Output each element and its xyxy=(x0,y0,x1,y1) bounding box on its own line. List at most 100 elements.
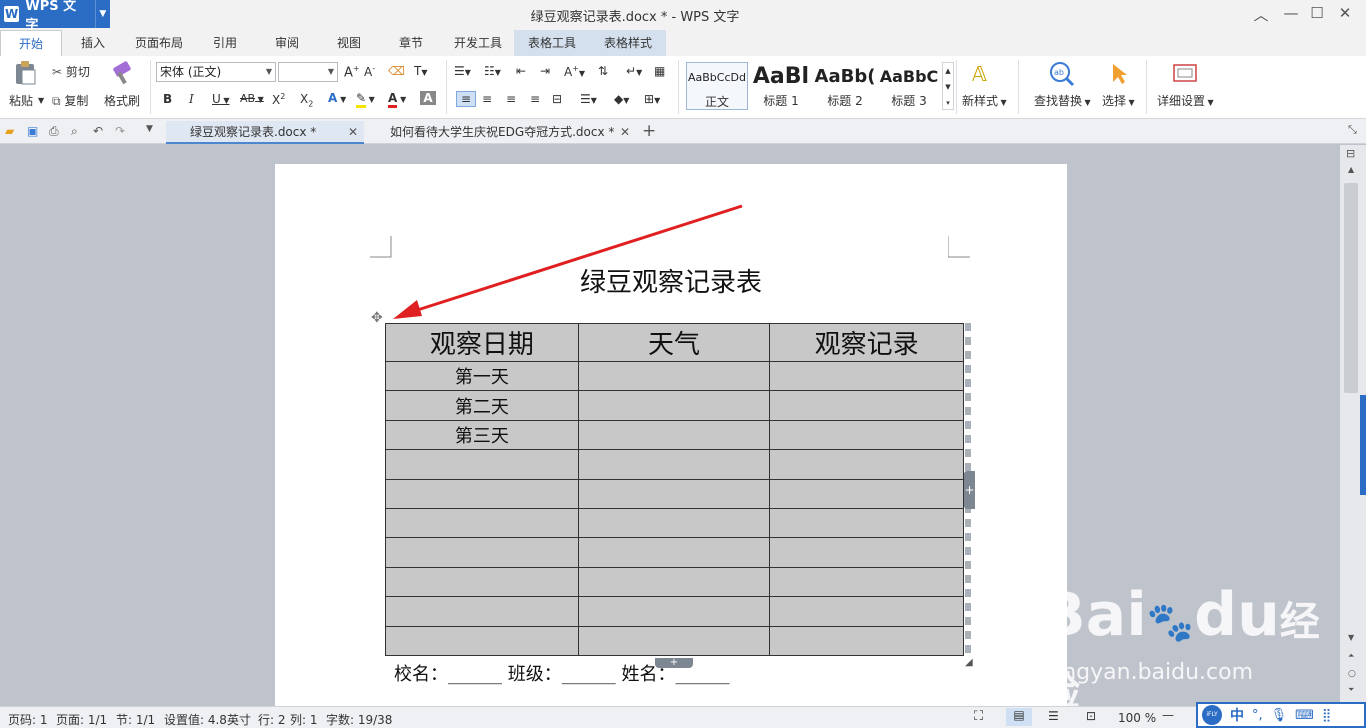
vertical-scrollbar[interactable]: ⊟ ▲ ▼ ⏶ ○ ⏷ xyxy=(1340,145,1366,706)
show-marks-icon[interactable]: ↵▼ xyxy=(626,64,642,78)
doc-tab[interactable]: 如何看待大学生庆祝EDG夺冠方式.docx * ✕ xyxy=(366,121,636,144)
highlight-icon[interactable]: ✎ ▼ xyxy=(356,91,375,108)
copy-button[interactable]: ⧉ 复制 xyxy=(52,92,88,109)
subscript-button[interactable]: X2 xyxy=(300,92,313,108)
table-cell[interactable] xyxy=(577,566,771,598)
ime-menu-icon[interactable]: ⣿ xyxy=(1322,708,1332,723)
table-cell[interactable] xyxy=(577,419,771,451)
tab-table-tools[interactable]: 表格工具 xyxy=(514,30,590,56)
tab-references[interactable]: 引用 xyxy=(194,30,256,56)
table-cell[interactable] xyxy=(769,390,964,421)
page-view-icon[interactable]: ▤ xyxy=(1006,708,1032,726)
table-cell[interactable] xyxy=(577,596,771,627)
redo-icon[interactable]: ↷ xyxy=(115,124,129,138)
scroll-up-icon[interactable]: ▲ xyxy=(1348,165,1354,174)
justify-button[interactable]: ≡ xyxy=(530,92,540,106)
style-heading-3[interactable]: AaBbC 标题 3 xyxy=(878,62,940,110)
table-cell[interactable] xyxy=(385,566,579,598)
print-preview-icon[interactable]: ⌕ xyxy=(71,124,85,138)
superscript-button[interactable]: X2 xyxy=(272,92,285,107)
paste-dropdown-icon[interactable]: ▼ xyxy=(38,96,44,105)
table-cell[interactable] xyxy=(769,537,964,568)
fullscreen-icon[interactable]: ⛶ xyxy=(974,709,983,724)
scroll-down-icon[interactable]: ▼ xyxy=(1348,633,1354,642)
outline-view-icon[interactable]: ☰ xyxy=(1048,709,1059,723)
undo-icon[interactable]: ↶ xyxy=(93,124,107,138)
strikethrough-button[interactable]: AB ▼ xyxy=(240,92,264,105)
table-cell[interactable] xyxy=(385,596,579,627)
table-cell[interactable] xyxy=(577,625,771,656)
table-cell[interactable] xyxy=(577,507,771,539)
ime-logo-icon[interactable]: iFLY xyxy=(1202,705,1222,725)
tab-options-icon[interactable]: ⤡ xyxy=(1348,123,1357,137)
line-spacing-icon[interactable]: ☰▼ xyxy=(580,92,597,106)
close-button[interactable]: ✕ xyxy=(1334,4,1356,22)
observation-table[interactable]: 观察日期 天气 观察记录 第一天 第二天 第三天 xyxy=(385,323,964,656)
case-icon[interactable]: A+▼ xyxy=(564,64,585,79)
table-header-cell[interactable]: 观察日期 xyxy=(385,323,579,362)
footer-info-line[interactable]: 校名：______ 班级：______ 姓名：______ xyxy=(394,660,729,686)
table-header-cell[interactable]: 天气 xyxy=(577,323,771,362)
select-button[interactable]: 选择 ▼ xyxy=(1102,92,1135,109)
style-heading-1[interactable]: AaBl 标题 1 xyxy=(750,62,812,110)
italic-button[interactable]: I xyxy=(189,92,194,106)
tab-table-style[interactable]: 表格样式 xyxy=(590,30,666,56)
paste-button[interactable] xyxy=(12,60,38,89)
collapse-ribbon-icon[interactable]: ︿ xyxy=(1250,4,1272,25)
open-folder-icon[interactable]: ▰ xyxy=(5,124,19,138)
tab-review[interactable]: 审阅 xyxy=(256,30,318,56)
table-cell[interactable] xyxy=(769,449,964,480)
zoom-out-icon[interactable]: — xyxy=(1162,708,1174,722)
borders-icon[interactable]: ⊞▼ xyxy=(644,92,660,106)
table-cell[interactable] xyxy=(577,449,771,480)
shrink-font-icon[interactable]: A- xyxy=(364,64,375,79)
align-center-button[interactable]: ≡ xyxy=(482,92,492,106)
underline-button[interactable]: U ▼ xyxy=(212,92,230,106)
table-cell[interactable] xyxy=(577,537,771,568)
document-page[interactable]: 绿豆观察记录表 ✥ 观察日期 天气 观察记录 第一天 第二天 第三天 + + ◢… xyxy=(275,164,1067,724)
find-replace-button[interactable]: 查找替换 ▼ xyxy=(1034,92,1091,109)
keyboard-icon[interactable]: ⌨ xyxy=(1295,708,1314,723)
save-icon[interactable]: ▣ xyxy=(27,124,41,138)
close-tab-icon[interactable]: ✕ xyxy=(620,121,630,143)
align-left-button[interactable]: ≡ xyxy=(456,91,476,107)
cut-button[interactable]: ✂ 剪切 xyxy=(52,63,90,80)
status-word-count[interactable]: 字数: 19/38 xyxy=(326,711,392,728)
tab-page-layout[interactable]: 页面布局 xyxy=(124,30,194,56)
next-page-icon[interactable]: ⏷ xyxy=(1348,685,1354,695)
tab-home[interactable]: 开始 xyxy=(0,30,62,56)
scroll-thumb[interactable] xyxy=(1344,183,1358,393)
table-cell[interactable] xyxy=(769,360,964,392)
styles-scroll[interactable]: ▲ ▼ ▾ xyxy=(942,62,954,110)
table-cell[interactable] xyxy=(769,478,964,509)
doc-tab-active[interactable]: 绿豆观察记录表.docx * ✕ xyxy=(166,121,364,144)
table-cell[interactable] xyxy=(385,478,579,509)
font-name-select[interactable]: 宋体 (正文) ▼ xyxy=(156,62,276,82)
close-tab-icon[interactable]: ✕ xyxy=(348,121,358,143)
ime-punctuation-icon[interactable]: °, xyxy=(1252,708,1263,723)
table-cell[interactable]: 第二天 xyxy=(385,390,579,421)
detail-settings-button[interactable]: 详细设置 ▼ xyxy=(1157,92,1214,109)
sort-icon[interactable]: ⇅ xyxy=(598,64,608,78)
customize-dropdown-icon[interactable]: ▼ xyxy=(146,124,160,138)
pinyin-icon[interactable]: T▼ xyxy=(414,64,428,78)
style-heading-2[interactable]: AaBb( 标题 2 xyxy=(814,62,876,110)
table-move-handle-icon[interactable]: ✥ xyxy=(371,310,383,326)
add-column-plus-icon[interactable]: + xyxy=(964,471,975,509)
grow-font-icon[interactable]: A+ xyxy=(344,64,360,80)
numbered-list-icon[interactable]: ☷▼ xyxy=(484,64,501,78)
bold-button[interactable]: B xyxy=(163,92,172,106)
table-cell[interactable] xyxy=(385,507,579,539)
zoom-level[interactable]: 100 % xyxy=(1118,711,1156,725)
table-cell[interactable] xyxy=(769,507,964,539)
clear-format-icon[interactable]: ⌫ xyxy=(388,64,405,78)
style-normal[interactable]: AaBbCcDd 正文 xyxy=(686,62,748,110)
table-header-cell[interactable]: 观察记录 xyxy=(769,323,964,362)
microphone-icon[interactable]: 🎙 xyxy=(1271,708,1288,723)
distribute-button[interactable]: ⊟ xyxy=(552,92,562,106)
table-cell[interactable]: 第一天 xyxy=(385,360,579,392)
bullet-list-icon[interactable]: ☰▼ xyxy=(454,64,471,78)
tab-section[interactable]: 章节 xyxy=(380,30,442,56)
table-cell[interactable] xyxy=(769,419,964,451)
table-cell[interactable] xyxy=(769,566,964,598)
